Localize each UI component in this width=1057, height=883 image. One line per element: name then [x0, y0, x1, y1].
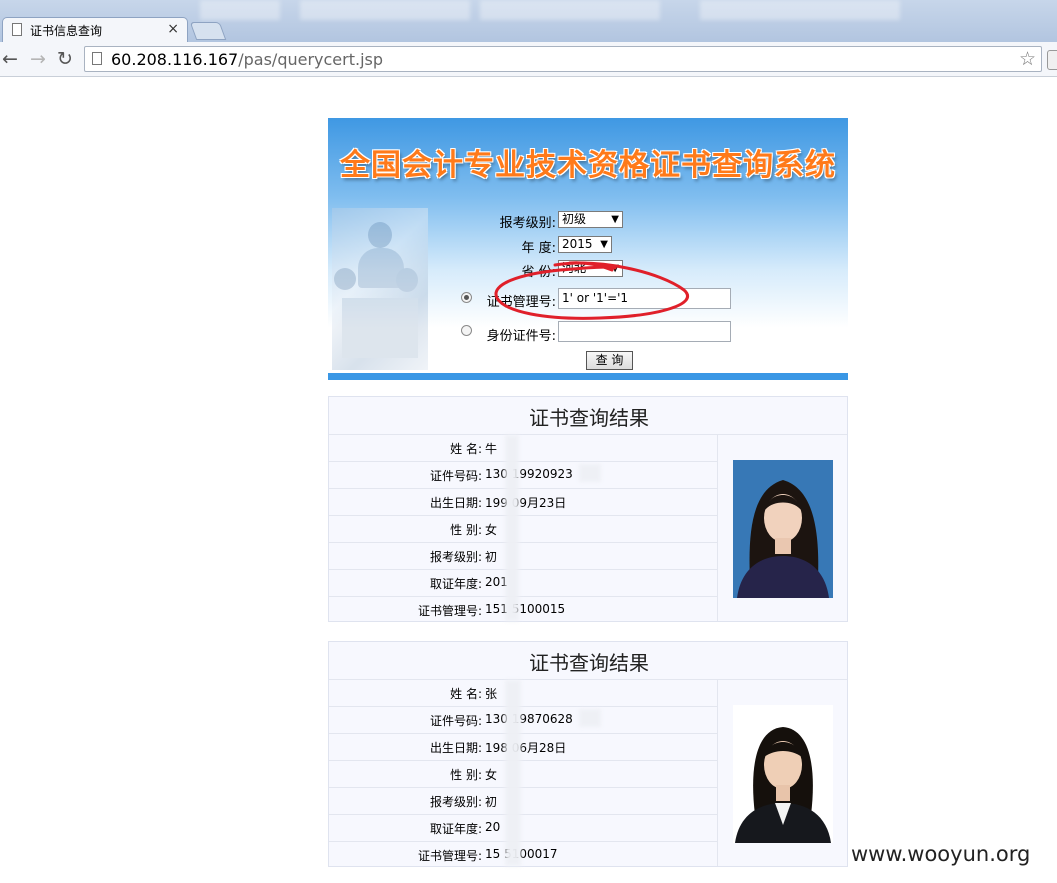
watermark-text: www.wooyun.org: [851, 842, 1031, 866]
gender-label: 性 别:: [450, 768, 482, 782]
gender-label: 性 别:: [450, 523, 482, 537]
cert-number-label: 证书管理号:: [417, 604, 482, 618]
cert-year-value: 20: [485, 820, 501, 834]
result-row: 证件号码: 130 19870628: [329, 706, 717, 733]
province-label: 省 份:: [521, 265, 556, 280]
birthdate-label: 出生日期:: [429, 496, 482, 510]
result-row: 姓 名: 张: [329, 679, 717, 706]
result-row: 证书管理号: 15 5100017: [329, 841, 717, 868]
url-path: /pas/querycert.jsp: [238, 50, 384, 69]
portrait-photo: [733, 460, 833, 598]
year-select-value: 2015: [562, 237, 593, 251]
blurred-background-tab: [200, 0, 280, 20]
result-card-1: 证书查询结果 姓 名: 牛 证件号码: 130 19920923 出生日期: 199 …: [328, 396, 848, 622]
privacy-blur: [505, 680, 521, 866]
chevron-down-icon: ▼: [611, 214, 619, 225]
result-row: 取证年度: 20: [329, 814, 717, 841]
result-row: 证书管理号: 151 5100015: [329, 596, 717, 623]
id-number-input[interactable]: [558, 321, 731, 342]
year-label: 年 度:: [521, 241, 556, 256]
chevron-down-icon: ▼: [600, 239, 608, 250]
gender-value: 女: [485, 768, 498, 782]
result-row: 出生日期: 198 06月28日: [329, 733, 717, 760]
name-label: 姓 名:: [450, 687, 482, 701]
id-number-label: 身份证件号:: [486, 329, 556, 344]
province-select-value: 河北: [562, 261, 587, 275]
system-title: 全国会计专业技术资格证书查询系统: [340, 148, 836, 183]
level-select-value: 初级: [562, 212, 587, 226]
result-row: 取证年度: 201: [329, 569, 717, 596]
id-number-radio[interactable]: [461, 325, 472, 336]
result-title: 证书查询结果: [529, 406, 649, 430]
cert-number-input[interactable]: 1' or '1'='1: [558, 288, 731, 309]
forward-icon[interactable]: →: [30, 48, 46, 70]
result-card-2: 证书查询结果 姓 名: 张 证件号码: 130 19870628 出生日期: 198 …: [328, 641, 848, 867]
banner-photo: [332, 208, 428, 370]
result-row: 性 别: 女: [329, 760, 717, 787]
menu-button[interactable]: [1047, 50, 1057, 70]
address-bar[interactable]: 60.208.116.167/pas/querycert.jsp ☆: [84, 46, 1042, 72]
level-value: 初: [485, 550, 498, 564]
level-label: 报考级别:: [499, 216, 556, 231]
cert-number-value: 15 5100017: [485, 847, 558, 861]
level-select[interactable]: 初级 ▼: [558, 211, 623, 228]
birthdate-label: 出生日期:: [429, 741, 482, 755]
back-icon[interactable]: ←: [2, 48, 18, 70]
chevron-down-icon: ▼: [611, 263, 619, 274]
gender-value: 女: [485, 523, 498, 537]
result-title: 证书查询结果: [529, 651, 649, 675]
name-value: 牛: [485, 442, 498, 456]
year-select[interactable]: 2015 ▼: [558, 236, 612, 253]
id-number-value: 130 19920923: [485, 467, 573, 481]
blurred-background-tab: [480, 0, 660, 20]
province-select[interactable]: 河北 ▼: [558, 260, 623, 277]
cert-year-label: 取证年度:: [429, 822, 482, 836]
banner-bottom-bar: [328, 373, 848, 380]
level-label: 报考级别:: [429, 550, 482, 564]
privacy-blur: [579, 709, 601, 727]
id-number-value: 130 19870628: [485, 712, 573, 726]
result-row: 性 别: 女: [329, 515, 717, 542]
reload-icon[interactable]: ↻: [57, 48, 73, 70]
url-host: 60.208.116.167: [111, 50, 239, 69]
bookmark-star-icon[interactable]: ☆: [1019, 48, 1036, 70]
cert-number-value: 151 5100015: [485, 602, 566, 616]
result-row: 姓 名: 牛: [329, 434, 717, 461]
result-row: 出生日期: 199 09月23日: [329, 488, 717, 515]
tab-title: 证书信息查询: [30, 24, 103, 38]
name-label: 姓 名:: [450, 442, 482, 456]
cert-number-label: 证书管理号:: [486, 295, 556, 310]
privacy-blur: [505, 435, 519, 621]
birthdate-value: 199 09月23日: [485, 496, 567, 510]
blurred-background-icons: [700, 0, 900, 20]
result-row: 报考级别: 初: [329, 787, 717, 814]
privacy-blur: [579, 464, 601, 482]
cert-number-label: 证书管理号:: [417, 849, 482, 863]
url-text: 60.208.116.167/pas/querycert.jsp: [111, 50, 383, 69]
cert-year-label: 取证年度:: [429, 577, 482, 591]
browser-tab-active[interactable]: 证书信息查询 ×: [2, 17, 188, 42]
result-row: 报考级别: 初: [329, 542, 717, 569]
close-tab-icon[interactable]: ×: [167, 21, 179, 37]
cert-number-radio[interactable]: [461, 292, 472, 303]
new-tab-button[interactable]: [189, 22, 227, 40]
level-label: 报考级别:: [429, 795, 482, 809]
page-icon: [92, 52, 102, 65]
browser-toolbar: ← → ↻ 60.208.116.167/pas/querycert.jsp ☆: [0, 42, 1057, 77]
id-number-label: 证件号码:: [429, 714, 482, 728]
page-icon: [12, 23, 22, 36]
name-value: 张: [485, 687, 498, 701]
tab-strip: 证书信息查询 ×: [0, 0, 1057, 42]
level-value: 初: [485, 795, 498, 809]
birthdate-value: 198 06月28日: [485, 741, 567, 755]
id-number-label: 证件号码:: [429, 469, 482, 483]
portrait-photo: [733, 705, 833, 843]
result-row: 证件号码: 130 19920923: [329, 461, 717, 488]
query-button[interactable]: 查 询: [586, 351, 633, 370]
blurred-background-tab: [300, 0, 470, 20]
